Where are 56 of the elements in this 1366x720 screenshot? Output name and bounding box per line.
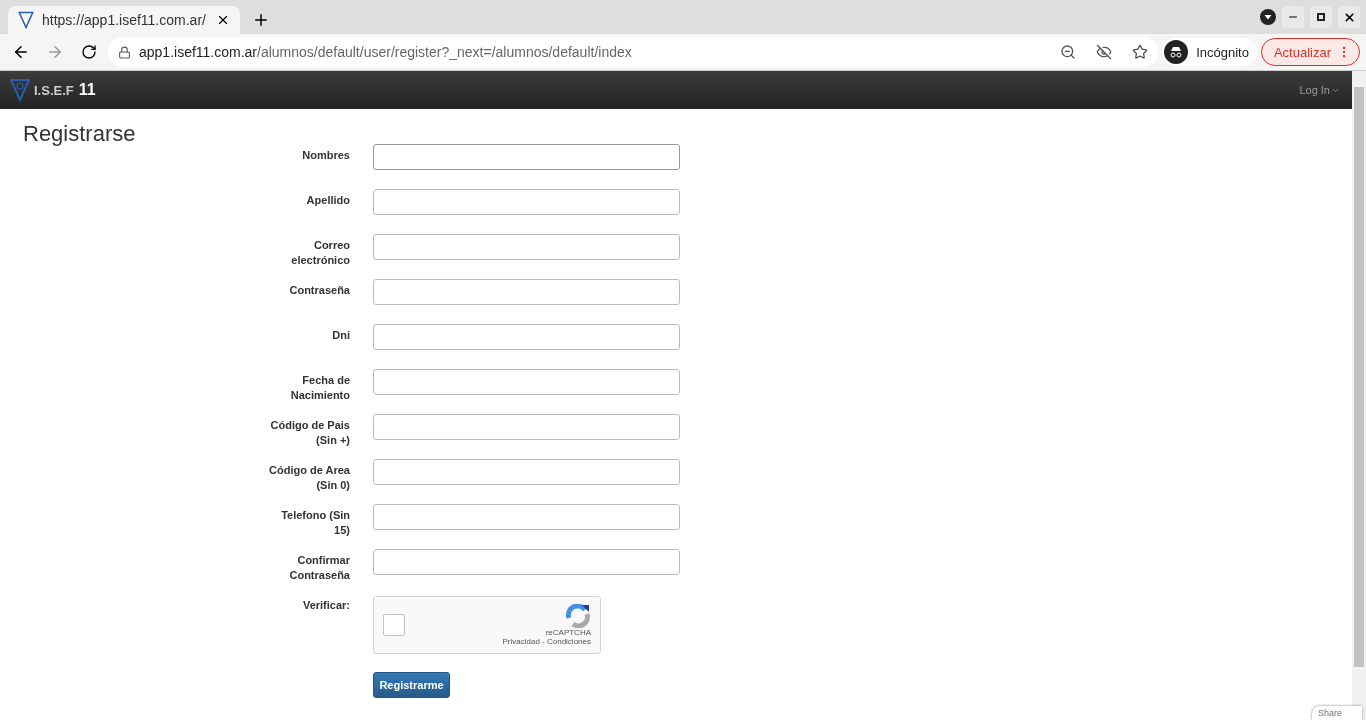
field-label: Dni — [331, 328, 350, 343]
close-icon[interactable] — [216, 13, 230, 27]
close-window-button[interactable] — [1338, 6, 1360, 28]
close-icon — [1342, 10, 1356, 24]
lock-icon — [118, 45, 131, 59]
eye-off-icon[interactable] — [1096, 44, 1113, 60]
url-text: app1.isef11.com.ar/alumnos/default/user/register?_next=/alumnos/default/index — [139, 44, 633, 60]
recaptcha-logo-icon — [565, 604, 591, 628]
input-field[interactable] — [373, 144, 680, 170]
input-field[interactable] — [373, 234, 680, 260]
minimize-button[interactable] — [1282, 6, 1304, 28]
field-label: Confirmar Contraseña — [288, 553, 350, 583]
input-field[interactable] — [373, 324, 680, 350]
forward-icon — [46, 43, 64, 61]
field-label: Fecha de Nacimiento — [289, 373, 350, 403]
field-label: Telefono (Sin 15) — [280, 508, 350, 538]
tab-title: https://app1.isef11.com.ar/ — [42, 12, 207, 28]
field-label: Código de Area (Sin 0) — [268, 463, 350, 493]
browser-tab[interactable]: https://app1.isef11.com.ar/ — [8, 6, 240, 34]
input-field[interactable] — [373, 369, 680, 395]
field-label: Verificar: — [301, 598, 350, 613]
favicon-icon — [18, 11, 34, 29]
field-label: Contraseña — [288, 283, 350, 298]
input-field[interactable] — [373, 459, 680, 485]
input-field[interactable] — [373, 504, 680, 530]
share-tab[interactable]: Share — [1312, 706, 1362, 720]
address-bar[interactable]: app1.isef11.com.ar/alumnos/default/user/register?_next=/alumnos/default/index — [108, 37, 1159, 67]
brand-number[interactable]: 11 — [78, 81, 96, 99]
input-field[interactable] — [373, 549, 680, 575]
field-label: Apellido — [305, 193, 350, 208]
login-link[interactable]: Log In — [1299, 84, 1340, 96]
field-label: Código de Pais (Sin +) — [269, 418, 350, 448]
field-label: Correo electrónico — [290, 238, 350, 268]
input-field[interactable] — [373, 189, 680, 215]
captcha-links[interactable]: Privacidad - Condiciones — [502, 637, 591, 646]
input-field[interactable] — [373, 279, 680, 305]
update-button[interactable]: Actualizar — [1260, 38, 1360, 66]
maximize-icon — [1316, 12, 1326, 22]
register-button[interactable]: Registrarme — [373, 672, 450, 698]
scrollbar[interactable] — [1352, 71, 1366, 720]
input-field[interactable] — [373, 414, 680, 440]
brand-text[interactable]: I.S.E.F — [34, 82, 74, 98]
back-icon — [12, 43, 30, 61]
captcha-brand: reCAPTCHA — [545, 628, 591, 637]
captcha-checkbox[interactable] — [383, 614, 405, 636]
dropdown-icon[interactable] — [1260, 9, 1276, 25]
logo-icon — [10, 78, 30, 102]
reload-icon — [81, 44, 97, 60]
page-title: Registrarse — [23, 121, 137, 147]
field-label: Nombres — [301, 148, 350, 163]
incognito-icon — [1168, 46, 1185, 58]
star-icon[interactable] — [1132, 44, 1149, 60]
maximize-button[interactable] — [1310, 6, 1332, 28]
new-tab-icon[interactable] — [252, 11, 270, 29]
zoom-out-icon[interactable] — [1060, 44, 1077, 60]
profile-button[interactable]: Incógnito — [1162, 38, 1257, 66]
